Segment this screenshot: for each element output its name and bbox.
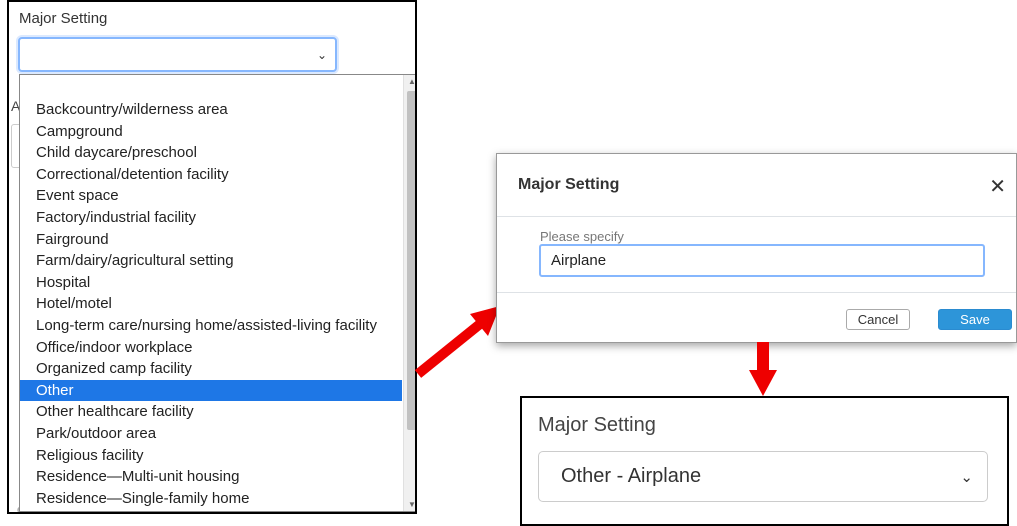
dropdown-scrollbar[interactable]: ▲ ▼ — [403, 75, 415, 511]
arrow-icon — [414, 306, 500, 378]
chevron-down-icon: ⌄ — [316, 48, 327, 62]
option-item[interactable]: Office/indoor workplace — [20, 337, 402, 359]
major-setting-label: Major Setting — [19, 10, 108, 27]
option-item[interactable]: Park/outdoor area — [20, 423, 402, 445]
option-item[interactable]: Fairground — [20, 229, 402, 251]
modal-header: Major Setting ✕ — [497, 154, 1016, 217]
scroll-up-icon[interactable]: ▲ — [408, 77, 415, 86]
option-item[interactable]: Other — [20, 379, 402, 402]
option-item[interactable]: Hospital — [20, 272, 402, 294]
please-specify-label: Please specify — [540, 229, 624, 244]
option-item[interactable]: Other healthcare facility — [20, 401, 402, 423]
cancel-button[interactable]: Cancel — [846, 309, 910, 330]
major-setting-options-list[interactable]: Backcountry/wilderness area Campground Chi… — [19, 74, 415, 512]
option-item[interactable]: Event space — [20, 185, 402, 207]
modal-title: Major Setting — [518, 176, 620, 193]
option-item[interactable]: Residence—Multi-unit housing — [20, 466, 402, 488]
please-specify-input[interactable] — [539, 244, 985, 277]
option-item[interactable]: Child daycare/preschool — [20, 142, 402, 164]
option-item[interactable]: Campground — [20, 121, 402, 143]
major-setting-result-panel: Major Setting Other - Airplane ⌄ — [520, 396, 1009, 526]
option-item[interactable]: Backcountry/wilderness area — [20, 99, 402, 121]
select-value: Other - Airplane — [561, 465, 702, 487]
option-item[interactable]: Residence—Single-family home — [20, 488, 402, 510]
specify-other-modal: Major Setting ✕ Please specify Cancel Sa… — [496, 153, 1017, 343]
major-setting-label: Major Setting — [538, 414, 656, 436]
major-setting-dropdown-panel: Major Setting ⌄ A ent agri... ated natin… — [7, 0, 417, 514]
close-icon[interactable]: ✕ — [989, 174, 1006, 199]
modal-footer: Cancel Save — [497, 292, 1016, 345]
option-item[interactable]: Farm/dairy/agricultural setting — [20, 250, 402, 272]
major-setting-select[interactable]: Other - Airplane ⌄ — [538, 451, 988, 502]
option-item[interactable]: Factory/industrial facility — [20, 207, 402, 229]
option-item[interactable]: Hotel/motel — [20, 293, 402, 315]
option-item[interactable]: Correctional/detention facility — [20, 164, 402, 186]
options-list: Backcountry/wilderness area Campground Chi… — [20, 99, 402, 509]
arrow-down-icon — [749, 342, 777, 396]
save-button[interactable]: Save — [938, 309, 1012, 330]
chevron-down-icon: ⌄ — [960, 469, 973, 486]
major-setting-select[interactable]: ⌄ — [18, 37, 337, 72]
option-item[interactable]: Organized camp facility — [20, 358, 402, 380]
option-item[interactable]: Long-term care/nursing home/assisted-liv… — [20, 315, 402, 337]
scroll-down-icon[interactable]: ▼ — [408, 500, 415, 509]
option-item[interactable]: Religious facility — [20, 445, 402, 467]
